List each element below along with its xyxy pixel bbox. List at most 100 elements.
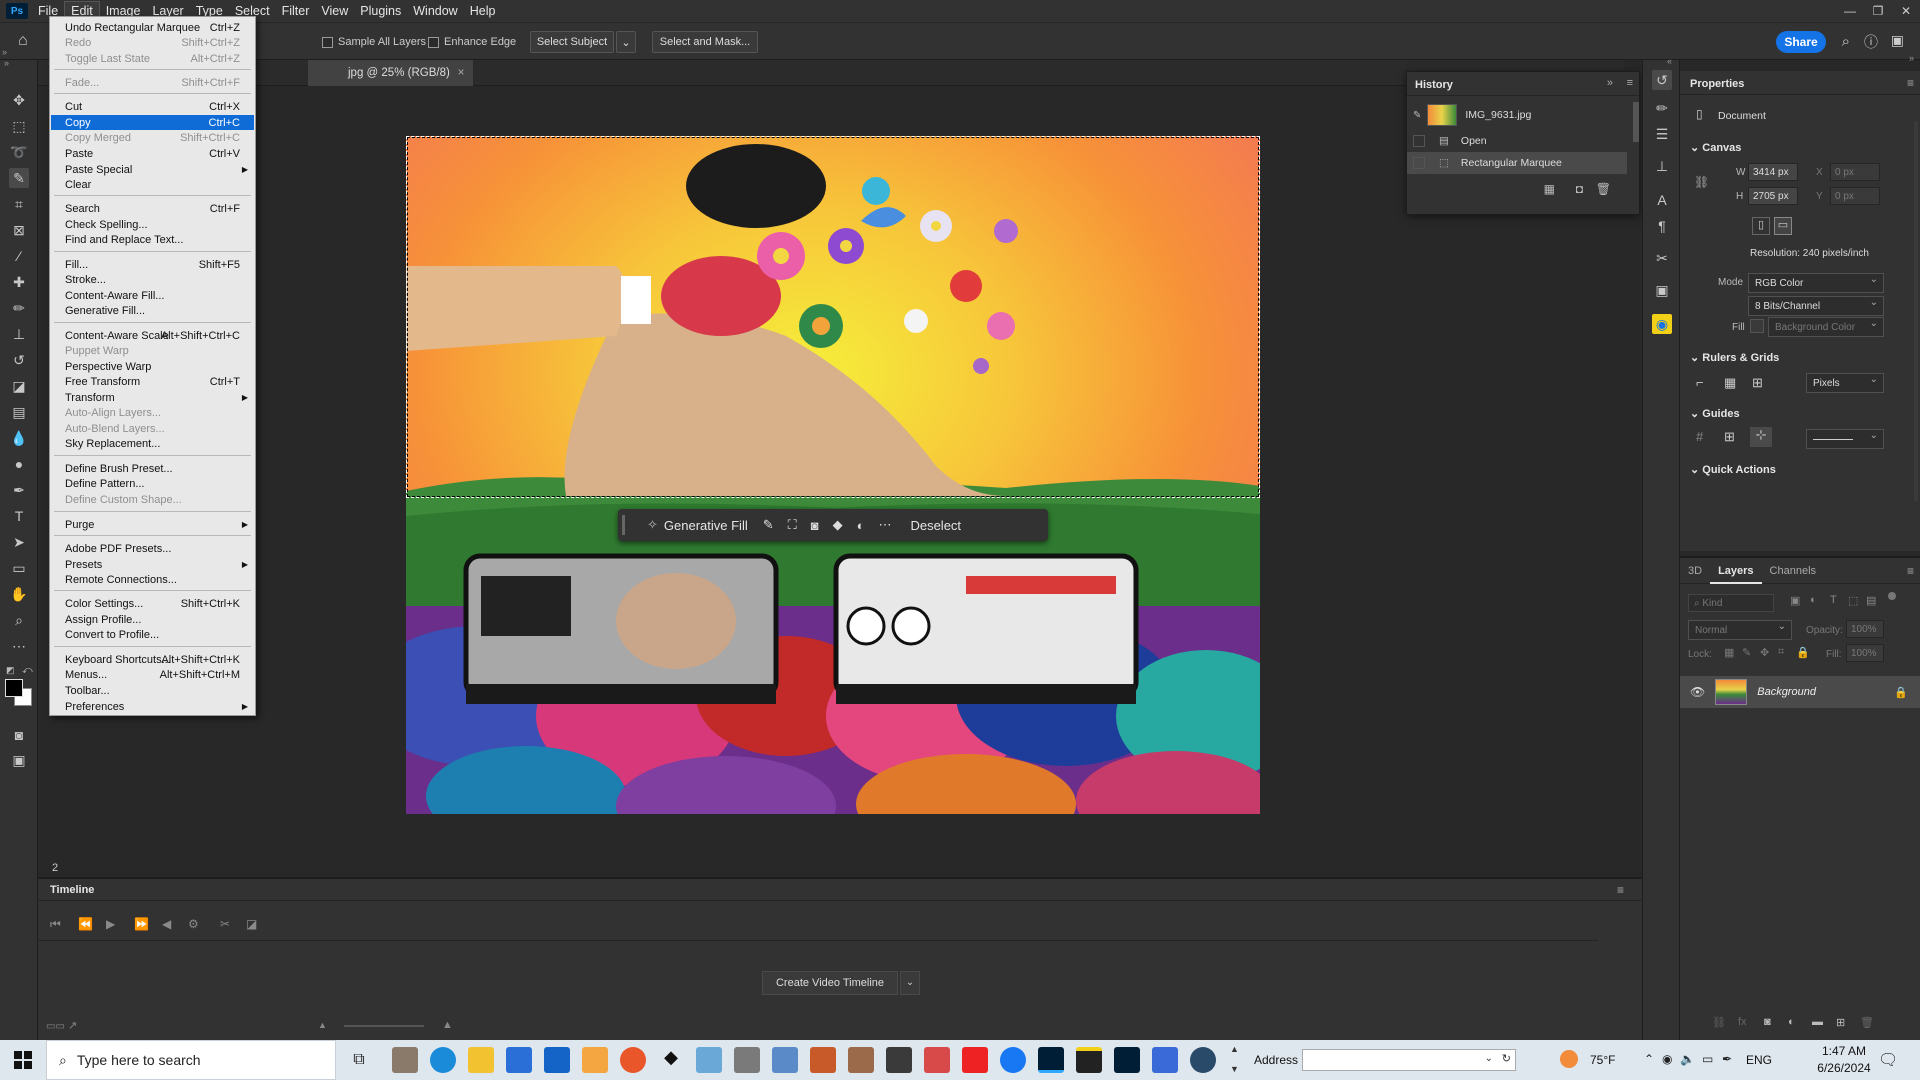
app-icon[interactable] — [696, 1047, 722, 1073]
trash-icon[interactable]: 🗑 — [1596, 182, 1611, 196]
menu-item-define-custom-shape[interactable]: Define Custom Shape... — [51, 492, 254, 507]
app-icon[interactable] — [1076, 1047, 1102, 1073]
menu-item-auto-blend-layers[interactable]: Auto-Blend Layers... — [51, 421, 254, 436]
app-icon[interactable] — [734, 1047, 760, 1073]
width-field[interactable]: 3414 px — [1748, 163, 1798, 181]
store-icon[interactable] — [506, 1047, 532, 1073]
guide-layout-icon[interactable]: ⊞ — [1724, 429, 1735, 445]
quick-actions-section[interactable]: ⌄ Quick Actions — [1690, 463, 1776, 476]
guides-icon[interactable]: # — [1696, 429, 1703, 444]
create-video-timeline-button[interactable]: Create Video Timeline — [762, 971, 898, 995]
lock-transparent-icon[interactable]: ▦ — [1724, 646, 1734, 659]
adjustment-layer-icon[interactable]: ◐ — [1788, 1016, 1795, 1028]
workspace-icon[interactable]: ▣ — [1891, 32, 1904, 49]
panel-menu-icon[interactable]: ≡ — [1907, 564, 1914, 578]
menu-item-cut[interactable]: Cut Ctrl+X — [51, 99, 254, 114]
scroll-down-icon[interactable]: ▼ — [1230, 1064, 1239, 1074]
fx-icon[interactable]: fx — [1738, 1016, 1747, 1028]
mode-select[interactable]: RGB Color — [1748, 273, 1884, 293]
clone-stamp-tool-icon[interactable]: ⊥ — [9, 324, 29, 344]
drag-handle[interactable] — [622, 515, 625, 535]
panel-menu-icon[interactable]: ≡ — [1617, 883, 1624, 897]
adjustments-icon[interactable]: ☰ — [1652, 124, 1672, 144]
type-tool-icon[interactable]: T — [9, 506, 29, 526]
firefox-icon[interactable] — [620, 1047, 646, 1073]
brush-tool-icon[interactable]: ✏ — [9, 298, 29, 318]
menu-item-sky-replacement[interactable]: Sky Replacement... — [51, 436, 254, 451]
zoom-slider[interactable] — [344, 1025, 424, 1027]
app-icon[interactable] — [392, 1047, 418, 1073]
menu-item-convert-to-profile[interactable]: Convert to Profile... — [51, 627, 254, 642]
smart-guides-icon[interactable]: ⊹ — [1750, 427, 1772, 447]
select-subject-dropdown[interactable]: ⌄ — [616, 31, 636, 53]
history-state[interactable]: ⬚ Rectangular Marquee — [1407, 152, 1627, 174]
quick-selection-tool-icon[interactable]: ✎ — [9, 168, 29, 188]
dropbox-icon[interactable]: ◆ — [658, 1047, 684, 1073]
history-brush-tool-icon[interactable]: ↺ — [9, 350, 29, 370]
tab-3d[interactable]: 3D — [1680, 565, 1710, 577]
fill-select[interactable]: Background Color — [1768, 317, 1884, 337]
restore-icon[interactable]: ❐ — [1864, 0, 1892, 22]
trash-icon[interactable]: 🗑 — [1860, 1016, 1874, 1029]
fill-icon[interactable]: ◆ — [833, 517, 843, 533]
menu-item-content-aware-scale[interactable]: Content-Aware Scale Alt+Shift+Ctrl+C — [51, 328, 254, 343]
menu-filter[interactable]: Filter — [276, 2, 316, 20]
grid-icon[interactable]: ▦ — [1724, 375, 1736, 391]
menu-view[interactable]: View — [315, 2, 354, 20]
fill-field[interactable]: 100% — [1846, 644, 1884, 662]
menu-item-define-pattern[interactable]: Define Pattern... — [51, 476, 254, 491]
hand-tool-icon[interactable]: ✋ — [9, 584, 29, 604]
layer-filter-select[interactable]: ⌕ Kind — [1688, 594, 1774, 612]
panel-menu-icon[interactable]: ≡ — [1627, 77, 1633, 89]
landscape-icon[interactable]: ▭ — [1774, 217, 1792, 235]
eyedropper-tool-icon[interactable]: ⁄ — [9, 246, 29, 266]
menu-item-puppet-warp[interactable]: Puppet Warp — [51, 343, 254, 358]
split-icon[interactable]: ✂ — [220, 917, 230, 931]
guides-section[interactable]: ⌄ Guides — [1690, 407, 1740, 420]
units-select[interactable]: Pixels — [1806, 373, 1884, 393]
filter-shape-icon[interactable]: ⬚ — [1848, 594, 1858, 607]
scroll-up-icon[interactable]: ▲ — [1230, 1044, 1239, 1054]
discover-icon[interactable]: ◉ — [1652, 314, 1672, 334]
app-icon[interactable] — [810, 1047, 836, 1073]
menu-item-perspective-warp[interactable]: Perspective Warp — [51, 359, 254, 374]
chevron-up-icon[interactable]: ⌃ — [1644, 1052, 1654, 1066]
app-icon[interactable] — [924, 1047, 950, 1073]
foreground-color-swatch[interactable] — [5, 679, 23, 697]
app-icon[interactable] — [582, 1047, 608, 1073]
app-icon[interactable] — [848, 1047, 874, 1073]
menu-item-copy[interactable]: Copy Ctrl+C — [51, 115, 254, 130]
menu-item-undo-rectangular-marquee[interactable]: Undo Rectangular Marquee Ctrl+Z — [51, 20, 254, 35]
move-tool-icon[interactable]: ✥ — [9, 90, 29, 110]
select-subject-button[interactable]: Select Subject — [530, 31, 614, 53]
lock-all-icon[interactable]: 🔒 — [1796, 646, 1810, 659]
brush-settings-icon[interactable]: ✏ — [1652, 98, 1672, 118]
next-frame-icon[interactable]: ⏩ — [134, 917, 149, 931]
menu-item-preferences[interactable]: Preferences ▶ — [51, 699, 254, 714]
history-snapshot[interactable]: ✎ IMG_9631.jpg — [1407, 102, 1627, 128]
menu-item-color-settings[interactable]: Color Settings... Shift+Ctrl+K — [51, 596, 254, 611]
menu-item-define-brush-preset[interactable]: Define Brush Preset... — [51, 461, 254, 476]
menu-window[interactable]: Window — [407, 2, 463, 20]
link-icon[interactable]: ⛓ — [1694, 175, 1709, 189]
frame-tool-icon[interactable]: ⊠ — [9, 220, 29, 240]
expand-icon[interactable]: » — [2, 47, 7, 57]
opacity-field[interactable]: 100% — [1846, 620, 1884, 638]
chevron-down-icon[interactable]: ⌄ — [1485, 1053, 1493, 1064]
menu-item-stroke[interactable]: Stroke... — [51, 272, 254, 287]
menu-item-purge[interactable]: Purge ▶ — [51, 517, 254, 532]
camera-icon[interactable]: ◘ — [1576, 182, 1583, 196]
pixel-grid-icon[interactable]: ⊞ — [1752, 375, 1763, 391]
more-tools-icon[interactable]: ⋯ — [9, 636, 29, 656]
create-timeline-dropdown[interactable]: ⌄ — [900, 971, 920, 995]
menu-help[interactable]: Help — [464, 2, 502, 20]
volume-icon[interactable]: 🔈 — [1680, 1052, 1695, 1066]
tool-presets-icon[interactable]: ✂ — [1652, 248, 1672, 268]
lock-image-icon[interactable]: ✎ — [1742, 646, 1751, 659]
display-icon[interactable]: ▭ — [1702, 1052, 1713, 1066]
previous-frame-icon[interactable]: ⏪ — [78, 917, 93, 931]
facebook-icon[interactable] — [1000, 1047, 1026, 1073]
close-tab-icon[interactable]: × — [458, 67, 465, 79]
paragraph-icon[interactable]: ¶ — [1652, 216, 1672, 236]
crop-tool-icon[interactable]: ⌗ — [9, 194, 29, 214]
